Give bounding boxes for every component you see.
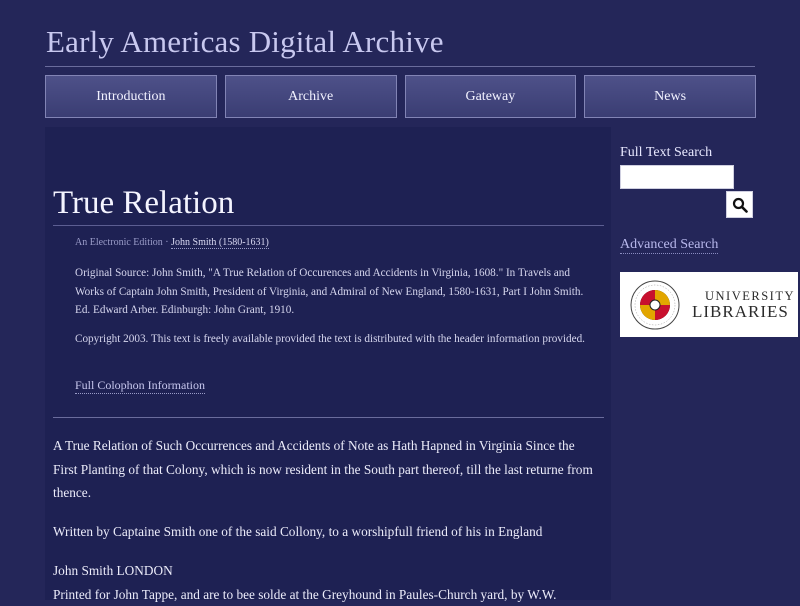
university-libraries-logo[interactable]: UNIVERSITY LIBRARIES: [620, 272, 798, 337]
title-divider: [45, 66, 755, 67]
edition-label: An Electronic Edition: [75, 237, 163, 248]
nav-gateway[interactable]: Gateway: [405, 75, 577, 118]
body-paragraph: A True Relation of Such Occurrences and …: [53, 434, 598, 505]
imprint-line: Printed for John Tappe, and are to bee s…: [53, 583, 598, 606]
page-title: True Relation: [53, 185, 234, 222]
nav-news[interactable]: News: [584, 75, 756, 118]
main-content: True Relation An Electronic Edition · Jo…: [45, 127, 611, 600]
body-paragraph: Written by Captaine Smith one of the sai…: [53, 520, 598, 544]
author-link[interactable]: John Smith (1580-1631): [171, 237, 269, 249]
search-button[interactable]: [726, 191, 753, 218]
section-divider: [53, 417, 604, 418]
nav-archive[interactable]: Archive: [225, 75, 397, 118]
logo-libraries-text: LIBRARIES: [692, 302, 786, 322]
colophon-link[interactable]: Full Colophon Information: [75, 378, 205, 394]
edition-separator: ·: [165, 237, 168, 248]
edition-line: An Electronic Edition · John Smith (1580…: [75, 237, 269, 248]
copyright-text: Copyright 2003. This text is freely avai…: [75, 330, 585, 349]
page-title-divider: [53, 225, 604, 226]
nav-introduction[interactable]: Introduction: [45, 75, 217, 118]
search-icon: [732, 197, 748, 213]
imprint-line: John Smith LONDON: [53, 559, 598, 583]
maryland-seal-icon: [630, 280, 680, 330]
search-input[interactable]: [620, 165, 734, 189]
advanced-search-link[interactable]: Advanced Search: [620, 237, 718, 254]
full-text-search-label: Full Text Search: [620, 145, 712, 161]
main-nav: Introduction Archive Gateway News: [45, 75, 756, 118]
site-title: Early Americas Digital Archive: [46, 24, 444, 60]
original-source-text: Original Source: John Smith, "A True Rel…: [75, 264, 585, 320]
imprint-block: John Smith LONDON Printed for John Tappe…: [53, 559, 598, 606]
